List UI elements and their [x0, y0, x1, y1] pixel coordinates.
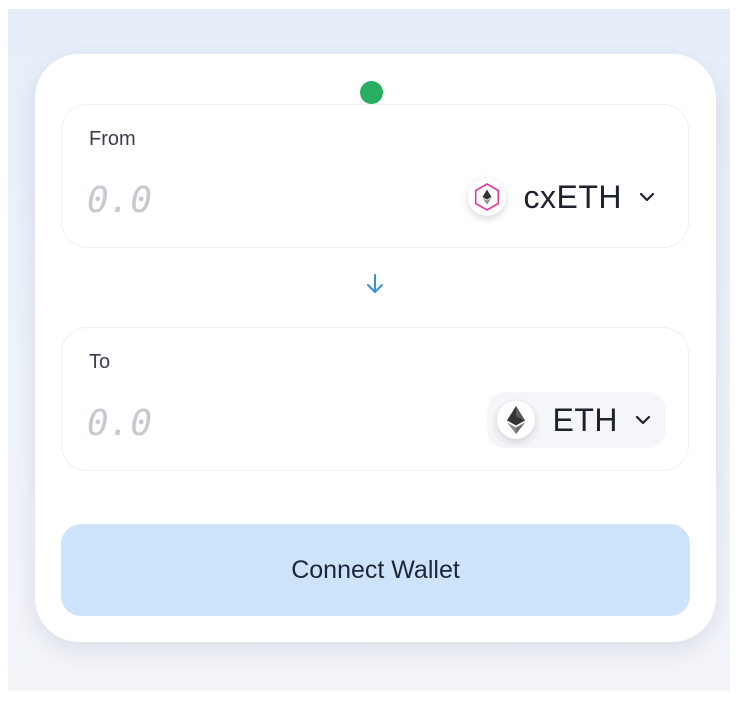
from-token-selector[interactable]: cxETH	[458, 169, 671, 225]
to-token-selector[interactable]: ETH	[486, 392, 666, 448]
chevron-down-icon	[634, 414, 652, 426]
swap-card: From cxETH	[35, 54, 716, 642]
from-panel: From cxETH	[61, 104, 689, 248]
from-amount-input[interactable]	[87, 175, 287, 225]
connection-status-dot	[360, 81, 383, 104]
chevron-down-icon	[638, 191, 656, 203]
to-label: To	[89, 351, 111, 373]
arrow-down-icon	[365, 273, 385, 300]
cxeth-hexagon-icon	[467, 178, 506, 216]
connect-wallet-button[interactable]: Connect Wallet	[61, 524, 690, 616]
from-label: From	[89, 128, 136, 150]
to-token-symbol: ETH	[552, 401, 618, 438]
swap-direction-button[interactable]	[363, 273, 387, 300]
eth-diamond-icon	[496, 401, 535, 439]
to-amount-input[interactable]	[87, 398, 287, 448]
to-panel: To ETH	[61, 327, 689, 471]
from-token-symbol: cxETH	[523, 178, 622, 215]
